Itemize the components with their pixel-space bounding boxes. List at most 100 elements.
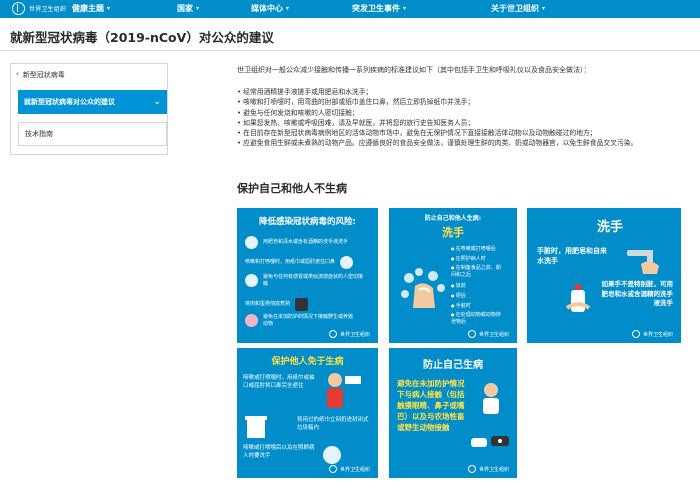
nav-label: 健康主题 [72, 4, 104, 13]
list-item: 在目前存在新型冠状病毒病例地区的活体动物市场中，避免在无保护情况下直接接触活体动… [237, 128, 677, 138]
handwash-icon [323, 446, 341, 464]
card-title: 保护他人免于生病 [271, 357, 344, 367]
section-title: 保护自己和他人不生病 [237, 182, 347, 195]
card-row-text: 避免在未加防护的情况下接触野生或养殖动物 [263, 314, 354, 327]
card-row-text: 避免与任何有感冒或类似流感症状的人密切接触 [263, 274, 364, 287]
who-label: 世界卫生组织 [478, 331, 509, 338]
sidebar-item-technical-guidance[interactable]: 技术指南 [18, 122, 167, 146]
sneezing-person-icon [327, 373, 361, 408]
card-tag: 防止自己和他人生病: [424, 215, 482, 222]
who-label: 世界卫生组织 [339, 466, 370, 473]
cough-icon [340, 256, 354, 269]
people-icon [245, 274, 258, 287]
card-row: 将肉和蛋类彻底煮熟 [245, 298, 373, 311]
infographic-handwashing[interactable]: 洗手 手脏时，用肥皂和自来水洗手 如果手不是特别脏，可用肥皂和水或含酒精的洗手液… [527, 208, 681, 343]
who-footer: 世界卫生组织 [631, 330, 673, 338]
nav-about-who[interactable]: 关于世卫组织 ▾ [491, 3, 545, 14]
globe-icon [12, 2, 25, 15]
who-label: 世界卫生组织 [642, 331, 673, 338]
nav-label: 媒体中心 [251, 4, 283, 13]
card-row: 避免在未加防护的情况下接触野生或养殖动物 [245, 314, 355, 327]
who-footer: 世界卫生组织 [467, 465, 509, 473]
list-item: 饭前 [451, 281, 505, 291]
soap-bottle-icon [565, 284, 591, 312]
when-to-wash-list: 在咳嗽或打喷嚏后 在照护病人时 在制备食品之前、期间和之后 饭前 便后 手脏时 … [451, 244, 505, 326]
infographic-protect-yourself[interactable]: 防止自己生病 避免在未加防护情况下与病人接触（包括触摸眼睛、鼻子或嘴巴）以及与农… [389, 348, 517, 478]
advice-list: 经常用酒精搓手液搓手或用肥皂和水洗手； 咳嗽和打喷嚏时，用弯曲的肘部或纸巾盖住口… [237, 87, 677, 149]
animals-icon [471, 436, 509, 447]
nav-label: 关于世卫组织 [491, 4, 539, 13]
faucet-icon [627, 250, 659, 274]
card-title: 洗手 [442, 226, 464, 239]
who-footer: 世界卫生组织 [328, 330, 370, 338]
divider [0, 50, 700, 51]
top-nav: 世界卫生组织 健康主题 ▾ 国家 ▾ 媒体中心 ▾ 突发卫生事件 ▾ 关于世卫组… [0, 0, 700, 18]
globe-icon [467, 330, 476, 338]
infographic-wash-hands[interactable]: 防止自己和他人生病: 洗手 在咳嗽或打喷嚏后 在照护病人时 在制备食品之前、期间… [389, 208, 517, 343]
sidebar-item-label: 就新型冠状病毒对公众的建议 [24, 98, 115, 106]
who-logo[interactable]: 世界卫生组织 [12, 2, 66, 15]
pig-icon [245, 314, 258, 327]
card-row-text: 咳嗽和打喷嚏时，用纸巾或屈肘遮住口鼻 [245, 259, 336, 266]
logo-text: 世界卫生组织 [29, 6, 67, 13]
globe-icon [467, 465, 476, 473]
card-row: 咳嗽和打喷嚏时，用纸巾或屈肘遮住口鼻 [245, 256, 373, 269]
who-label: 世界卫生组织 [478, 466, 509, 473]
list-item: 应避免食用生鲜或未煮熟的动物产品。应遵循良好的食品安全做法，谨慎处理生鲜的肉类、… [237, 138, 677, 148]
card-row-text: 将肉和蛋类彻底煮熟 [245, 301, 291, 308]
card-row-text: 用肥皂和清水或含有酒精的洗手液洗手 [263, 239, 349, 246]
card-text: 避免在未加防护情况下与病人接触（包括触摸眼睛、鼻子或嘴巴）以及与农场牲畜或野生动… [397, 379, 465, 432]
card-text: 咳嗽或打喷嚏时，用纸巾或袖口或屈肘将口鼻完全遮住 [243, 375, 315, 389]
chevron-down-icon: ▾ [542, 5, 546, 12]
list-item: 避免与任何发烧和咳嗽的人密切接触； [237, 108, 677, 118]
list-item: 在咳嗽或打喷嚏后 [451, 244, 505, 254]
nav-label: 突发卫生事件 [352, 4, 400, 13]
globe-icon [328, 465, 337, 473]
chevron-down-icon: ▾ [403, 5, 407, 12]
card-text: 如果手不是特别脏，可用肥皂和水或含酒精的洗手液洗手 [601, 280, 674, 307]
sidebar-back-link[interactable]: ‹ 新型冠状病毒 [16, 70, 65, 80]
card-row: 用肥皂和清水或含有酒精的洗手液洗手 [245, 236, 373, 249]
nav-media-center[interactable]: 媒体中心 ▾ [251, 3, 289, 14]
trash-bin-icon [245, 416, 267, 438]
nav-emergencies[interactable]: 突发卫生事件 ▾ [352, 3, 406, 14]
globe-icon [328, 330, 337, 338]
nav-health-topics[interactable]: 健康主题 ▾ [72, 3, 110, 14]
soapy-hands-icon [401, 268, 445, 308]
chevron-left-icon: ‹ [16, 70, 19, 78]
cooking-pot-icon [295, 298, 309, 311]
chevron-down-icon: ▾ [107, 5, 111, 12]
list-item: 在处理动物或动物排泄物后 [451, 311, 505, 326]
sidebar-back-label: 新型冠状病毒 [22, 71, 65, 79]
list-item: 在制备食品之前、期间和之后 [451, 264, 505, 279]
card-title: 洗手 [597, 220, 624, 235]
sidebar-item-label: 技术指南 [25, 130, 53, 138]
card-text: 手脏时，用肥皂和自来水洗手 [537, 247, 607, 265]
who-footer: 世界卫生组织 [467, 330, 509, 338]
list-item: 咳嗽和打喷嚏时，用弯曲的肘部或纸巾盖住口鼻，然后立即扔掉纸巾并洗手； [237, 97, 677, 107]
card-row: 避免与任何有感冒或类似流感症状的人密切接触 [245, 274, 365, 287]
card-title: 防止自己生病 [423, 360, 483, 371]
chevron-down-icon: ▾ [196, 5, 200, 12]
list-item: 在照护病人时 [451, 254, 505, 264]
who-label: 世界卫生组织 [339, 331, 370, 338]
list-item: 便后 [451, 291, 505, 301]
intro-text: 世卫组织对一般公众减少接触和传播一系列疾病的标准建议如下（其中包括手卫生和呼吸礼… [237, 66, 591, 74]
chevron-down-icon: ⌄ [153, 97, 161, 107]
list-item: 经常用酒精搓手液搓手或用肥皂和水洗手； [237, 87, 677, 97]
chevron-down-icon: ▾ [286, 5, 290, 12]
nav-countries[interactable]: 国家 ▾ [177, 3, 199, 14]
card-text: 将用过的纸巾立刻扔进封闭式垃圾箱内 [297, 417, 369, 431]
page-title: 就新型冠状病毒（2019-nCoV）对公众的建议 [10, 30, 274, 45]
sidebar-item-public-advice[interactable]: 就新型冠状病毒对公众的建议 ⌄ [18, 90, 167, 114]
infographic-reduce-risk[interactable]: 降低感染冠状病毒的风险: 用肥皂和清水或含有酒精的洗手液洗手 咳嗽和打喷嚏时，用… [237, 208, 378, 343]
handwash-icon [245, 236, 258, 249]
infographic-protect-others[interactable]: 保护他人免于生病 咳嗽或打喷嚏时，用纸巾或袖口或屈肘将口鼻完全遮住 将用过的纸巾… [237, 348, 378, 478]
nav-label: 国家 [177, 4, 193, 13]
globe-icon [631, 330, 640, 338]
card-title: 降低感染冠状病毒的风险: [259, 217, 356, 227]
list-item: 如果您发热、咳嗽或呼吸困难，请及早就医，并将您的旅行史告知医务人员； [237, 118, 677, 128]
sick-person-icon [483, 383, 499, 414]
who-footer: 世界卫生组织 [328, 465, 370, 473]
sidebar: ‹ 新型冠状病毒 就新型冠状病毒对公众的建议 ⌄ 技术指南 [10, 63, 168, 155]
